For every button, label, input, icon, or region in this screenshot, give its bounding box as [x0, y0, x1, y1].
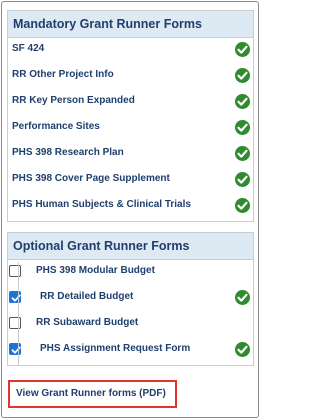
- form-label: SF 424: [12, 43, 45, 54]
- mandatory-form-rr-key-person[interactable]: RR Key Person Expanded: [8, 91, 253, 115]
- check-icon: [235, 198, 250, 213]
- optional-form-modular-budget: PHS 398 Modular Budget: [8, 261, 253, 285]
- form-label[interactable]: PHS Assignment Request Form: [40, 343, 190, 354]
- check-icon: [235, 120, 250, 135]
- optional-form-detailed-budget: RR Detailed Budget: [8, 287, 253, 311]
- include-checkbox[interactable]: [9, 343, 21, 355]
- form-label: RR Other Project Info: [12, 69, 114, 80]
- pdf-link-area: View Grant Runner forms (PDF): [7, 364, 252, 414]
- include-checkbox[interactable]: [9, 317, 21, 329]
- check-icon: [235, 42, 250, 57]
- form-label: RR Key Person Expanded: [12, 95, 135, 106]
- mandatory-form-performance-sites[interactable]: Performance Sites: [8, 117, 253, 141]
- mandatory-form-sf424[interactable]: SF 424: [8, 39, 253, 63]
- form-label: Performance Sites: [12, 121, 100, 132]
- form-label[interactable]: RR Subaward Budget: [36, 317, 138, 328]
- optional-form-assignment-request: PHS Assignment Request Form: [8, 339, 253, 363]
- optional-forms-panel: Optional Grant Runner Forms PHS 398 Modu…: [7, 232, 254, 366]
- mandatory-form-cover-page-supplement[interactable]: PHS 398 Cover Page Supplement: [8, 169, 253, 193]
- mandatory-form-rr-other-project-info[interactable]: RR Other Project Info: [8, 65, 253, 89]
- include-checkbox[interactable]: [9, 265, 21, 277]
- mandatory-form-human-subjects[interactable]: PHS Human Subjects & Clinical Trials: [8, 195, 253, 219]
- check-icon: [235, 146, 250, 161]
- check-icon: [235, 68, 250, 83]
- form-label[interactable]: PHS 398 Modular Budget: [36, 265, 155, 276]
- check-icon: [235, 94, 250, 109]
- optional-form-subaward-budget: RR Subaward Budget: [8, 313, 253, 337]
- mandatory-forms-panel: Mandatory Grant Runner Forms SF 424 RR O…: [7, 10, 254, 222]
- optional-forms-title: Optional Grant Runner Forms: [8, 233, 253, 260]
- view-pdf-link[interactable]: View Grant Runner forms (PDF): [8, 380, 177, 408]
- check-icon: [235, 290, 250, 305]
- mandatory-form-research-plan[interactable]: PHS 398 Research Plan: [8, 143, 253, 167]
- include-checkbox[interactable]: [9, 291, 21, 303]
- form-label[interactable]: RR Detailed Budget: [40, 291, 133, 302]
- form-label: PHS 398 Research Plan: [12, 147, 124, 158]
- check-icon: [235, 172, 250, 187]
- mandatory-forms-title: Mandatory Grant Runner Forms: [8, 11, 253, 38]
- checkbox-column-divider: [18, 262, 19, 365]
- check-icon: [235, 342, 250, 357]
- form-label: PHS Human Subjects & Clinical Trials: [12, 199, 191, 210]
- form-label: PHS 398 Cover Page Supplement: [12, 173, 170, 184]
